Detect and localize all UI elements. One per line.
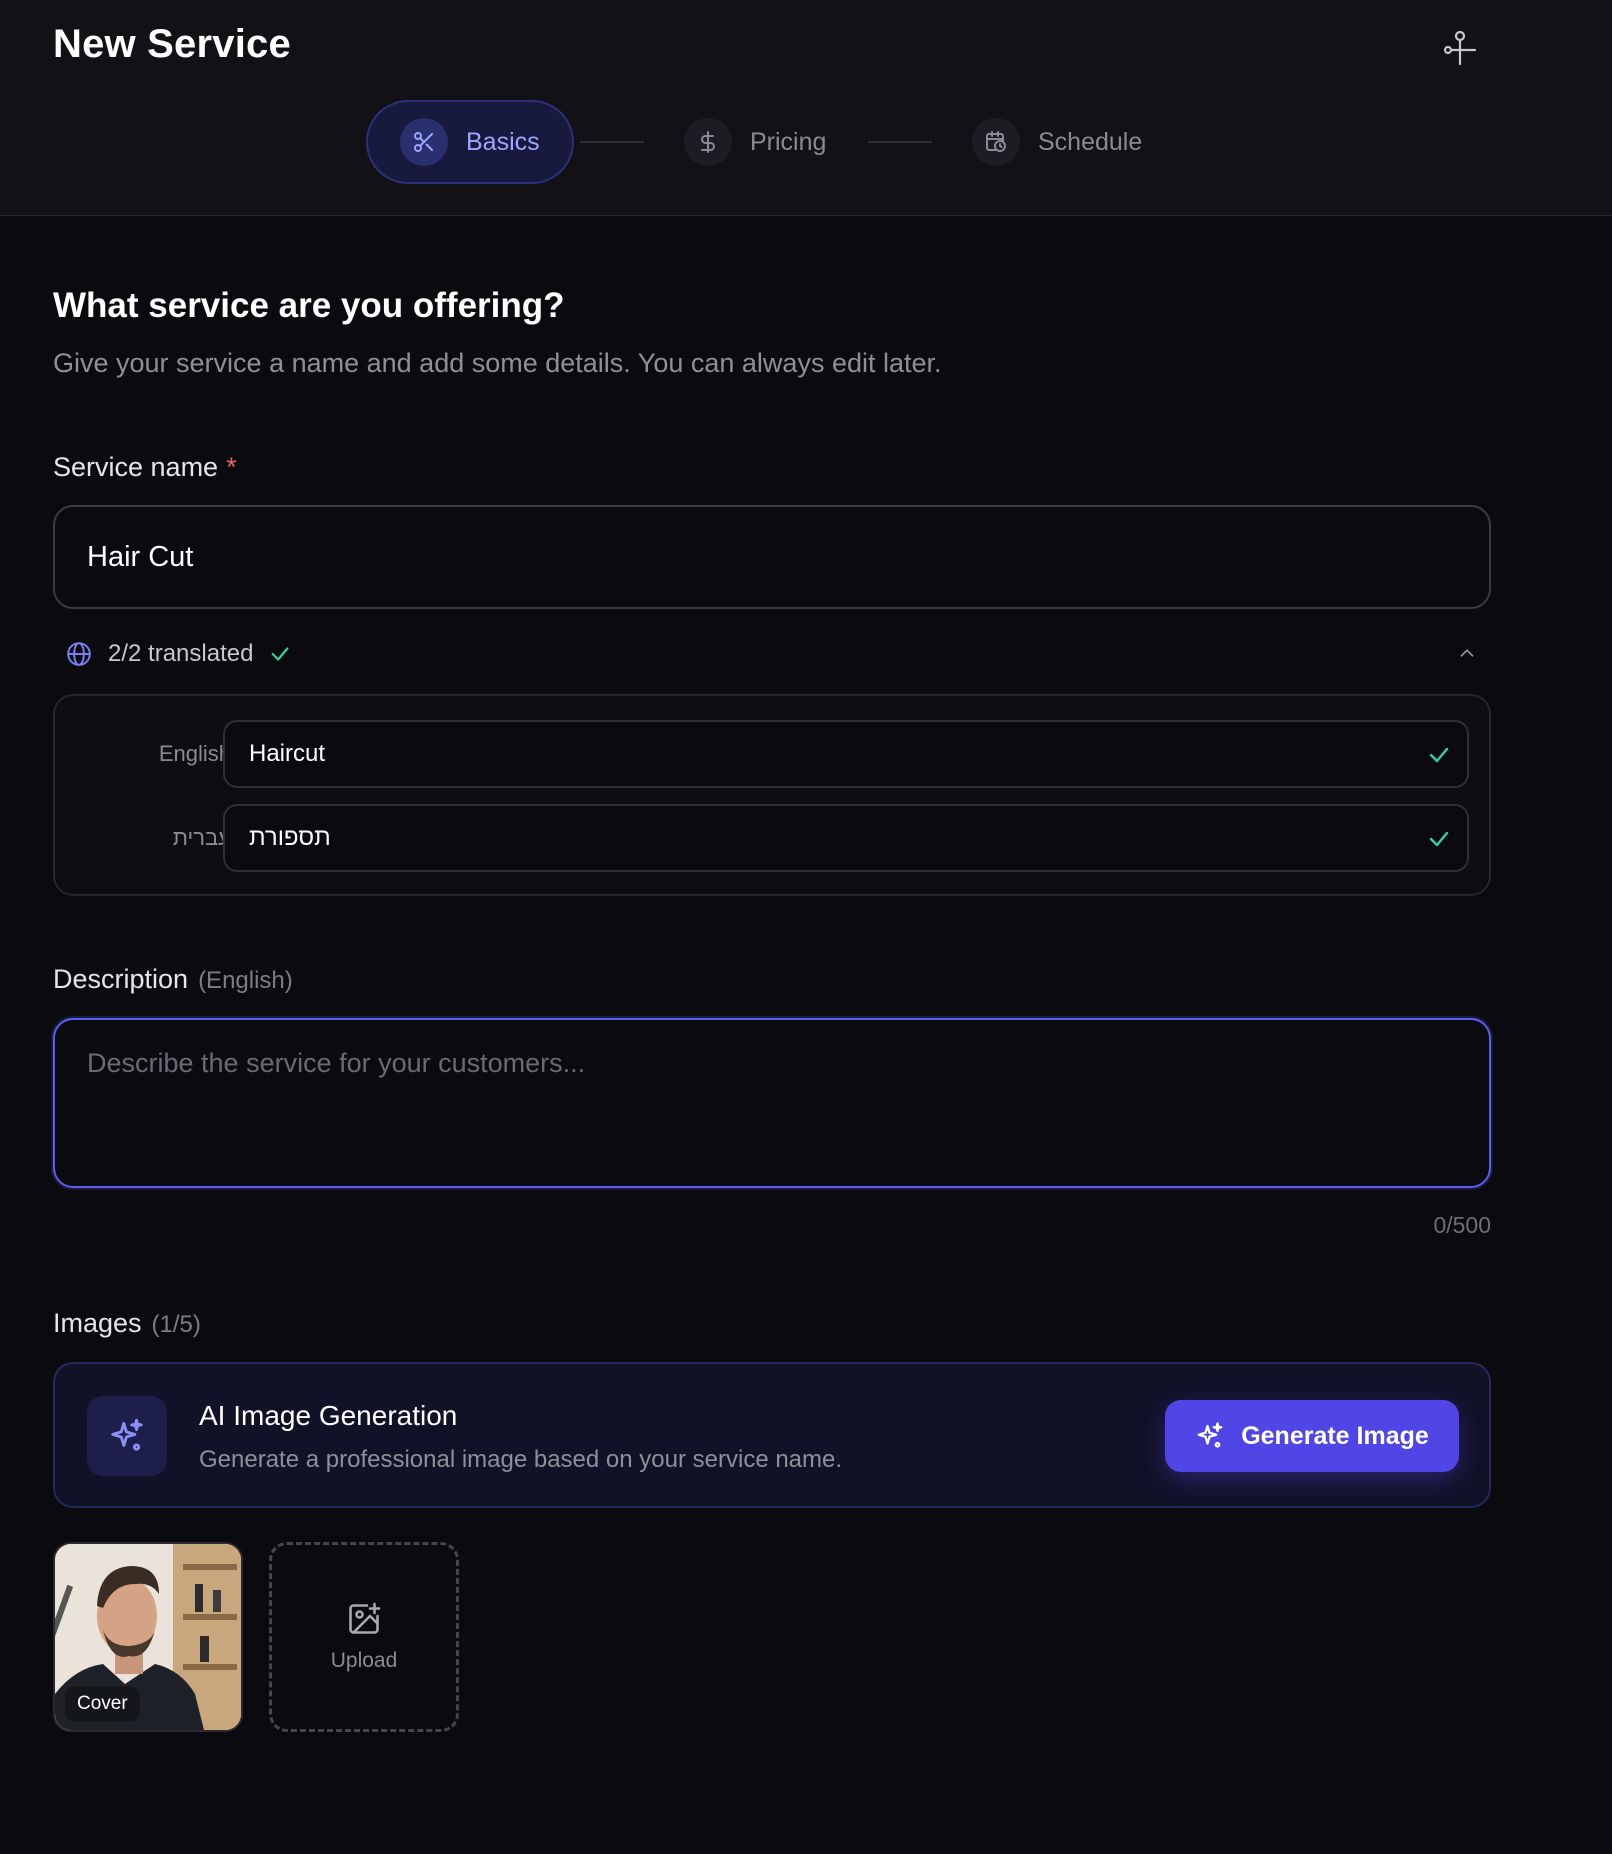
page-title: New Service	[53, 22, 291, 66]
service-name-label: Service name *	[53, 452, 237, 483]
step-schedule[interactable]: Schedule	[972, 100, 1142, 184]
ai-card-description: Generate a professional image based on y…	[199, 1446, 843, 1473]
step-connector	[868, 141, 932, 143]
step-label: Schedule	[1038, 127, 1143, 156]
translation-status: 2/2 translated	[108, 640, 254, 667]
translation-value: Haircut	[249, 740, 326, 767]
upload-label: Upload	[330, 1649, 398, 1672]
description-label-text: Description	[53, 964, 189, 994]
sparkle-icon	[1195, 1421, 1225, 1451]
stepper: Basics Pricing Schedule	[0, 100, 1612, 184]
ai-card-title: AI Image Generation	[199, 1400, 458, 1431]
header: New Service Basics Pricing Schedule	[0, 0, 1612, 216]
dollar-icon	[684, 118, 732, 166]
required-mark: *	[226, 452, 237, 482]
images-label-text: Images	[53, 1308, 142, 1338]
images-label: Images (1/5)	[53, 1308, 201, 1339]
translation-input-english[interactable]: Haircut	[223, 720, 1469, 788]
step-basics[interactable]: Basics	[366, 100, 574, 184]
check-icon	[1427, 743, 1451, 774]
step-label: Basics	[466, 127, 540, 156]
cover-badge: Cover	[65, 1686, 140, 1722]
pin-icon[interactable]	[1438, 26, 1482, 70]
image-plus-icon	[346, 1601, 382, 1637]
description-textarea[interactable]: Describe the service for your customers.…	[53, 1018, 1491, 1188]
generate-image-button[interactable]: Generate Image	[1165, 1400, 1459, 1472]
translation-row: English Haircut	[55, 720, 1489, 788]
language-hint: (English)	[198, 967, 293, 994]
translation-input-hebrew[interactable]: תספורת	[223, 804, 1469, 872]
translation-row: עברית תספורת	[55, 804, 1489, 872]
image-thumbnail[interactable]: Cover	[53, 1542, 243, 1732]
upload-button[interactable]: Upload	[269, 1542, 459, 1732]
character-counter: 0/500	[1433, 1212, 1491, 1238]
images-count: (1/5)	[151, 1311, 201, 1338]
service-name-label-text: Service name	[53, 452, 219, 482]
calendar-clock-icon	[972, 118, 1020, 166]
translation-value: תספורת	[249, 824, 331, 851]
service-name-input[interactable]: Hair Cut	[53, 505, 1491, 609]
chevron-up-icon[interactable]	[1456, 642, 1478, 669]
check-icon	[269, 643, 291, 665]
globe-icon	[66, 641, 92, 667]
generate-image-label: Generate Image	[1241, 1421, 1429, 1450]
step-pricing[interactable]: Pricing	[684, 100, 826, 184]
step-connector	[580, 141, 644, 143]
section-subheading: Give your service a name and add some de…	[53, 348, 942, 378]
step-label: Pricing	[750, 127, 827, 156]
ai-image-card: AI Image Generation Generate a professio…	[53, 1362, 1491, 1508]
translation-toggle[interactable]: 2/2 translated	[66, 634, 1478, 674]
section-heading: What service are you offering?	[53, 286, 565, 325]
check-icon	[1427, 827, 1451, 858]
scissors-icon	[400, 118, 448, 166]
translations-panel: English Haircut עברית תספורת	[53, 694, 1491, 896]
language-label: English	[158, 741, 231, 766]
sparkle-icon	[87, 1396, 167, 1476]
description-label: Description (English)	[53, 964, 293, 995]
